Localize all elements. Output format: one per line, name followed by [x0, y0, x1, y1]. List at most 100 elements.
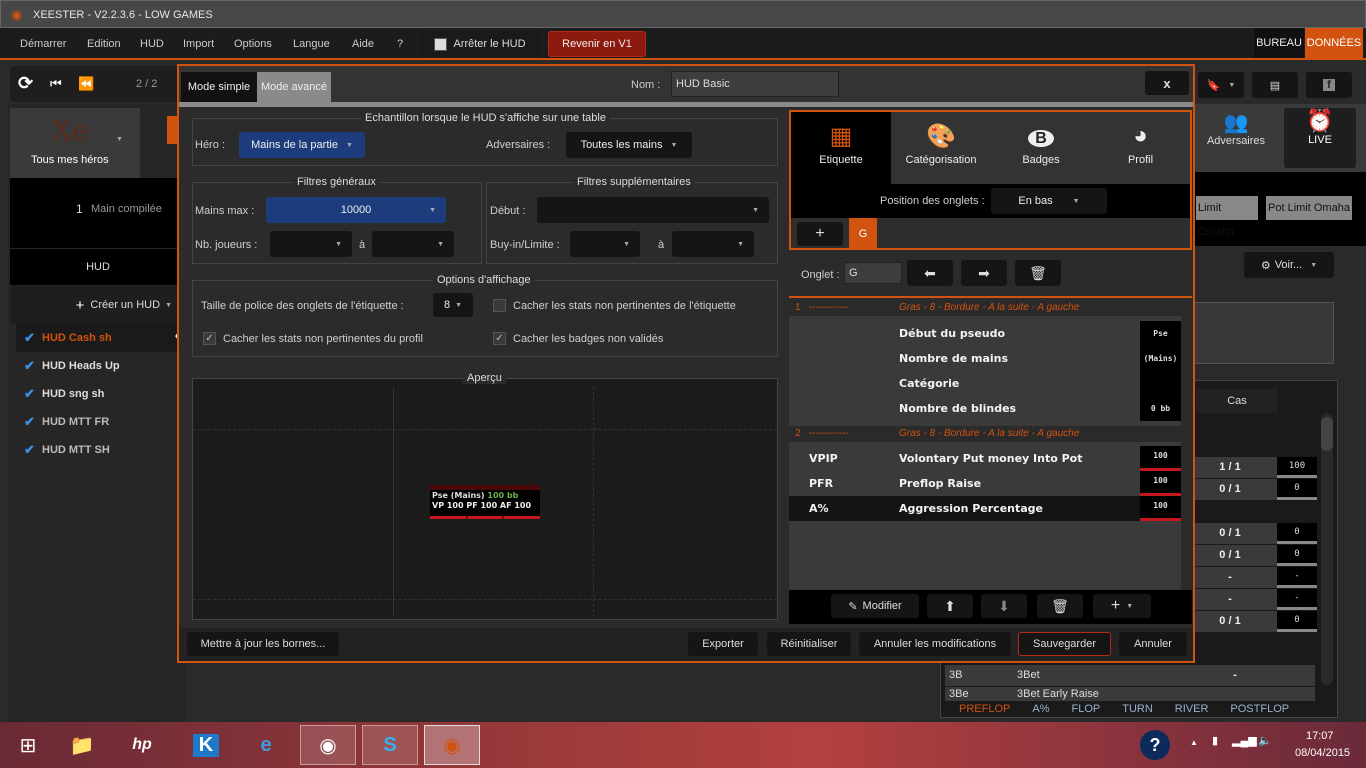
adversaires-tab[interactable]: 👥 Adversaires — [1202, 110, 1270, 170]
debut-dropdown[interactable]: ▼ — [537, 197, 769, 223]
donnees-tab[interactable]: DONNÉES — [1305, 28, 1363, 58]
file-explorer-icon[interactable]: 📁 — [54, 725, 110, 765]
bookmark-button[interactable]: 🔖 ▼ — [1198, 72, 1244, 98]
hide-label-stats-checkbox[interactable] — [493, 299, 506, 312]
tab-badges[interactable]: B Badges — [991, 112, 1091, 184]
stat-row[interactable]: A% Aggression Percentage 100 — [789, 496, 1181, 521]
hp-icon[interactable]: hp — [114, 725, 170, 765]
modifier-button[interactable]: ✎ Modifier — [831, 594, 919, 618]
cancel-button[interactable]: Annuler — [1119, 632, 1187, 656]
delete-tab-button[interactable]: 🗑 — [1015, 260, 1061, 286]
move-down-button[interactable]: ⬇ — [981, 594, 1027, 618]
move-up-button[interactable]: ⬆ — [927, 594, 973, 618]
help-icon[interactable]: ? — [1140, 730, 1170, 760]
create-hud-button[interactable]: + Créer un HUD ▼ — [10, 286, 186, 324]
font-size-dropdown[interactable]: 8 ▼ — [433, 293, 473, 317]
add-tab-button[interactable]: + — [797, 222, 843, 246]
stat-row[interactable]: Nombre de blindes 0 bb — [789, 396, 1181, 421]
buyin-max-dropdown[interactable]: ▼ — [672, 231, 754, 257]
app-k-icon[interactable]: K — [178, 725, 234, 765]
first-page-icon[interactable]: ⏮ — [50, 76, 62, 92]
move-left-button[interactable]: ⬅ — [907, 260, 953, 286]
stat-row[interactable]: PFR Preflop Raise 100 — [789, 471, 1181, 496]
windows-start-icon[interactable]: ⊞ — [0, 725, 56, 765]
scrollbar-thumb[interactable] — [1321, 417, 1333, 451]
nb-joueurs-max-dropdown[interactable]: ▼ — [372, 231, 454, 257]
back-v1-button[interactable]: Revenir en V1 — [548, 31, 646, 57]
rewind-icon[interactable]: ⏪ — [78, 76, 94, 92]
close-button[interactable]: x — [1145, 71, 1189, 95]
refresh-icon[interactable]: ⟳ — [18, 73, 33, 94]
tab-g[interactable]: G — [849, 218, 877, 250]
heroes-selector[interactable]: Xe ▼ Tous mes héros — [10, 108, 140, 178]
xeester-taskbar-icon[interactable]: ◉ — [424, 725, 480, 765]
hide-badges-checkbox[interactable]: ✓ — [493, 332, 506, 345]
update-bounds-button[interactable]: Mettre à jour les bornes... — [187, 632, 339, 656]
adversaires-dropdown[interactable]: Toutes les mains ▼ — [566, 132, 692, 158]
tab-aggression[interactable]: A% — [1032, 703, 1049, 715]
export-button[interactable]: Exporter — [688, 632, 758, 656]
live-tab[interactable]: ⏰ LIVE — [1284, 108, 1356, 168]
pot-limit-omaha-button[interactable]: Pot Limit Omaha — [1266, 196, 1352, 220]
menu-edition[interactable]: Edition — [87, 38, 121, 50]
tab-river[interactable]: RIVER — [1175, 703, 1209, 715]
mains-max-dropdown[interactable]: 10000 ▼ — [266, 197, 446, 223]
delete-stat-button[interactable]: 🗑 — [1037, 594, 1083, 618]
stat-row[interactable]: Nombre de mains (Mains) — [789, 346, 1181, 371]
section-header[interactable]: 1 ------------ Gras - 8 - Bordure - A la… — [789, 300, 1181, 316]
battery-icon[interactable]: ▮ — [1212, 734, 1218, 747]
menu-help[interactable]: ? — [397, 38, 403, 50]
tab-flop[interactable]: FLOP — [1071, 703, 1100, 715]
hide-profile-stats-checkbox[interactable]: ✓ — [203, 332, 216, 345]
clock-date[interactable]: 08/04/2015 — [1295, 747, 1350, 759]
stat-row[interactable]: Début du pseudo Pse — [789, 321, 1181, 346]
voir-button[interactable]: ⚙ Voir... ▼ — [1244, 252, 1334, 278]
limit-omaha-button[interactable]: Limit Omaha — [1196, 196, 1258, 238]
tab-mode-avance[interactable]: Mode avancé — [257, 72, 331, 102]
notes-button[interactable]: ▤ — [1252, 72, 1298, 98]
tray-expand-icon[interactable]: ▲ — [1190, 738, 1198, 747]
chrome-icon[interactable]: ◉ — [300, 725, 356, 765]
hud-item[interactable]: ✔ HUD MTT FR — [16, 408, 186, 436]
hud-item[interactable]: ✔ HUD MTT SH — [16, 436, 186, 464]
hud-preview-box[interactable]: Pse (Mains) 100 bb VP 100 PF 100 AF 100 — [430, 485, 540, 519]
bureau-tab[interactable]: BUREAU — [1254, 28, 1304, 58]
tab-mode-simple[interactable]: Mode simple — [181, 72, 257, 102]
tab-categorisation[interactable]: 🎨 Catégorisation — [891, 112, 991, 184]
volume-icon[interactable]: 🔈 — [1258, 734, 1272, 747]
clock-time[interactable]: 17:07 — [1306, 730, 1334, 742]
tab-preflop[interactable]: PREFLOP — [959, 703, 1010, 715]
add-stat-button[interactable]: + ▼ — [1093, 594, 1151, 618]
table-row[interactable]: 3Be 3Bet Early Raise — [945, 687, 1315, 701]
tab-etiquette[interactable]: ▦ Etiquette — [791, 112, 891, 184]
scrollbar[interactable] — [1321, 413, 1333, 685]
menu-hud[interactable]: HUD — [140, 38, 164, 50]
menu-demarrer[interactable]: Démarrer — [20, 38, 66, 50]
signal-icon[interactable]: ▂▄▆ — [1232, 734, 1257, 747]
internet-explorer-icon[interactable]: e — [238, 725, 294, 765]
buyin-min-dropdown[interactable]: ▼ — [570, 231, 640, 257]
skype-icon[interactable]: S — [362, 725, 418, 765]
stop-hud-toggle[interactable]: Arrêter le HUD — [421, 31, 539, 57]
hud-item[interactable]: ✔HUD Cash sh✎ — [16, 324, 186, 352]
tab-turn[interactable]: TURN — [1122, 703, 1153, 715]
hero-dropdown[interactable]: Mains de la partie ▼ — [239, 132, 365, 158]
table-row[interactable]: 3B 3Bet - — [945, 665, 1315, 686]
stat-row[interactable]: Catégorie — [789, 371, 1181, 396]
save-button[interactable]: Sauvegarder — [1018, 632, 1111, 656]
cancel-modifications-button[interactable]: Annuler les modifications — [859, 632, 1011, 656]
move-right-button[interactable]: ➡ — [961, 260, 1007, 286]
tab-postflop[interactable]: POSTFLOP — [1230, 703, 1289, 715]
nb-joueurs-min-dropdown[interactable]: ▼ — [270, 231, 352, 257]
menu-langue[interactable]: Langue — [293, 38, 330, 50]
facebook-button[interactable]: f — [1306, 72, 1352, 98]
menu-aide[interactable]: Aide — [352, 38, 374, 50]
hud-item[interactable]: ✔ HUD Heads Up — [16, 352, 186, 380]
tab-profil[interactable]: ◕ Profil — [1091, 112, 1190, 184]
onglet-input[interactable]: G — [844, 262, 902, 284]
checkbox[interactable] — [434, 37, 448, 51]
menu-import[interactable]: Import — [183, 38, 214, 50]
reset-button[interactable]: Réinitialiser — [767, 632, 851, 656]
hud-item[interactable]: ✔ HUD sng sh — [16, 380, 186, 408]
stat-row[interactable]: VPIP Volontary Put money Into Pot 100 — [789, 446, 1181, 471]
